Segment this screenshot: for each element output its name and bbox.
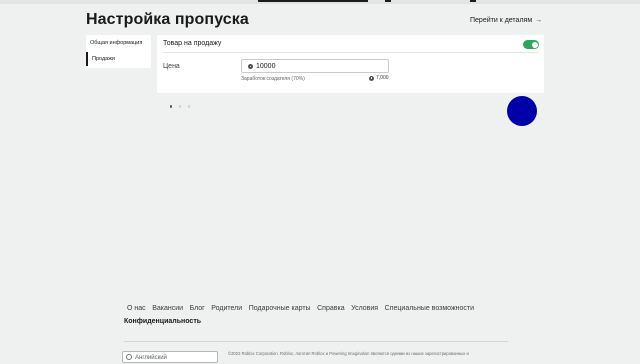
price-label: Цена — [163, 63, 180, 70]
pagination-dot[interactable] — [170, 105, 172, 108]
robux-icon — [369, 75, 374, 81]
creator-earnings-amount: 7,000 — [369, 75, 389, 81]
footer-divider — [124, 341, 508, 342]
cursor-highlight-circle — [507, 96, 537, 126]
sidebar-item-sales[interactable]: Продажи — [86, 52, 151, 66]
for-sale-label: Товар на продажу — [163, 40, 222, 47]
robux-icon — [248, 64, 253, 69]
footer-links: О нас Вакансии Блог Родители Подарочные … — [127, 305, 479, 312]
top-strip-segment — [385, 0, 391, 2]
go-to-details-link[interactable]: Перейти к деталям → — [470, 17, 542, 24]
arrow-right-icon: → — [535, 17, 543, 24]
divider — [163, 52, 538, 53]
top-strip-segment — [258, 0, 368, 2]
language-select-value: Английский — [135, 355, 167, 361]
sidebar-item-label: Продажи — [92, 56, 115, 62]
page-title: Настройка пропуска — [86, 11, 249, 28]
footer-link-jobs[interactable]: Вакансии — [152, 305, 183, 312]
footer-link-accessibility[interactable]: Специальные возможности — [385, 305, 474, 312]
for-sale-toggle[interactable] — [523, 40, 539, 49]
price-field — [241, 59, 389, 73]
footer-link-parents[interactable]: Родители — [211, 305, 242, 312]
footer-link-blog[interactable]: Блог — [190, 305, 205, 312]
sales-panel: Товар на продажу Цена Заработок создател… — [157, 35, 544, 93]
creator-earnings-label: Заработок создателя (70%) — [241, 76, 305, 82]
footer-link-terms[interactable]: Условия — [351, 305, 378, 312]
toggle-knob — [531, 41, 538, 48]
footer-link-about[interactable]: О нас — [127, 305, 146, 312]
language-select[interactable]: Английский — [122, 351, 218, 363]
copyright-text: ©2022 Roblox Corporation. Roblox, логоти… — [228, 351, 469, 356]
creator-earnings-value: 7,000 — [376, 75, 389, 81]
sidebar-item-label: Общая информация — [90, 40, 143, 46]
pagination-dot[interactable] — [188, 105, 190, 108]
pagination-dot[interactable] — [179, 105, 181, 108]
price-input[interactable] — [256, 62, 381, 71]
top-strip-segment — [470, 0, 476, 2]
details-link-label: Перейти к деталям — [470, 17, 533, 24]
settings-sidebar: Общая информация Продажи — [86, 35, 151, 68]
footer-link-help[interactable]: Справка — [317, 305, 344, 312]
footer-link-privacy[interactable]: Конфиденциальность — [124, 318, 201, 325]
sidebar-item-general-info[interactable]: Общая информация — [86, 36, 151, 50]
globe-icon — [126, 354, 132, 360]
footer-link-gift-cards[interactable]: Подарочные карты — [249, 305, 311, 312]
browser-top-strip — [0, 0, 640, 4]
